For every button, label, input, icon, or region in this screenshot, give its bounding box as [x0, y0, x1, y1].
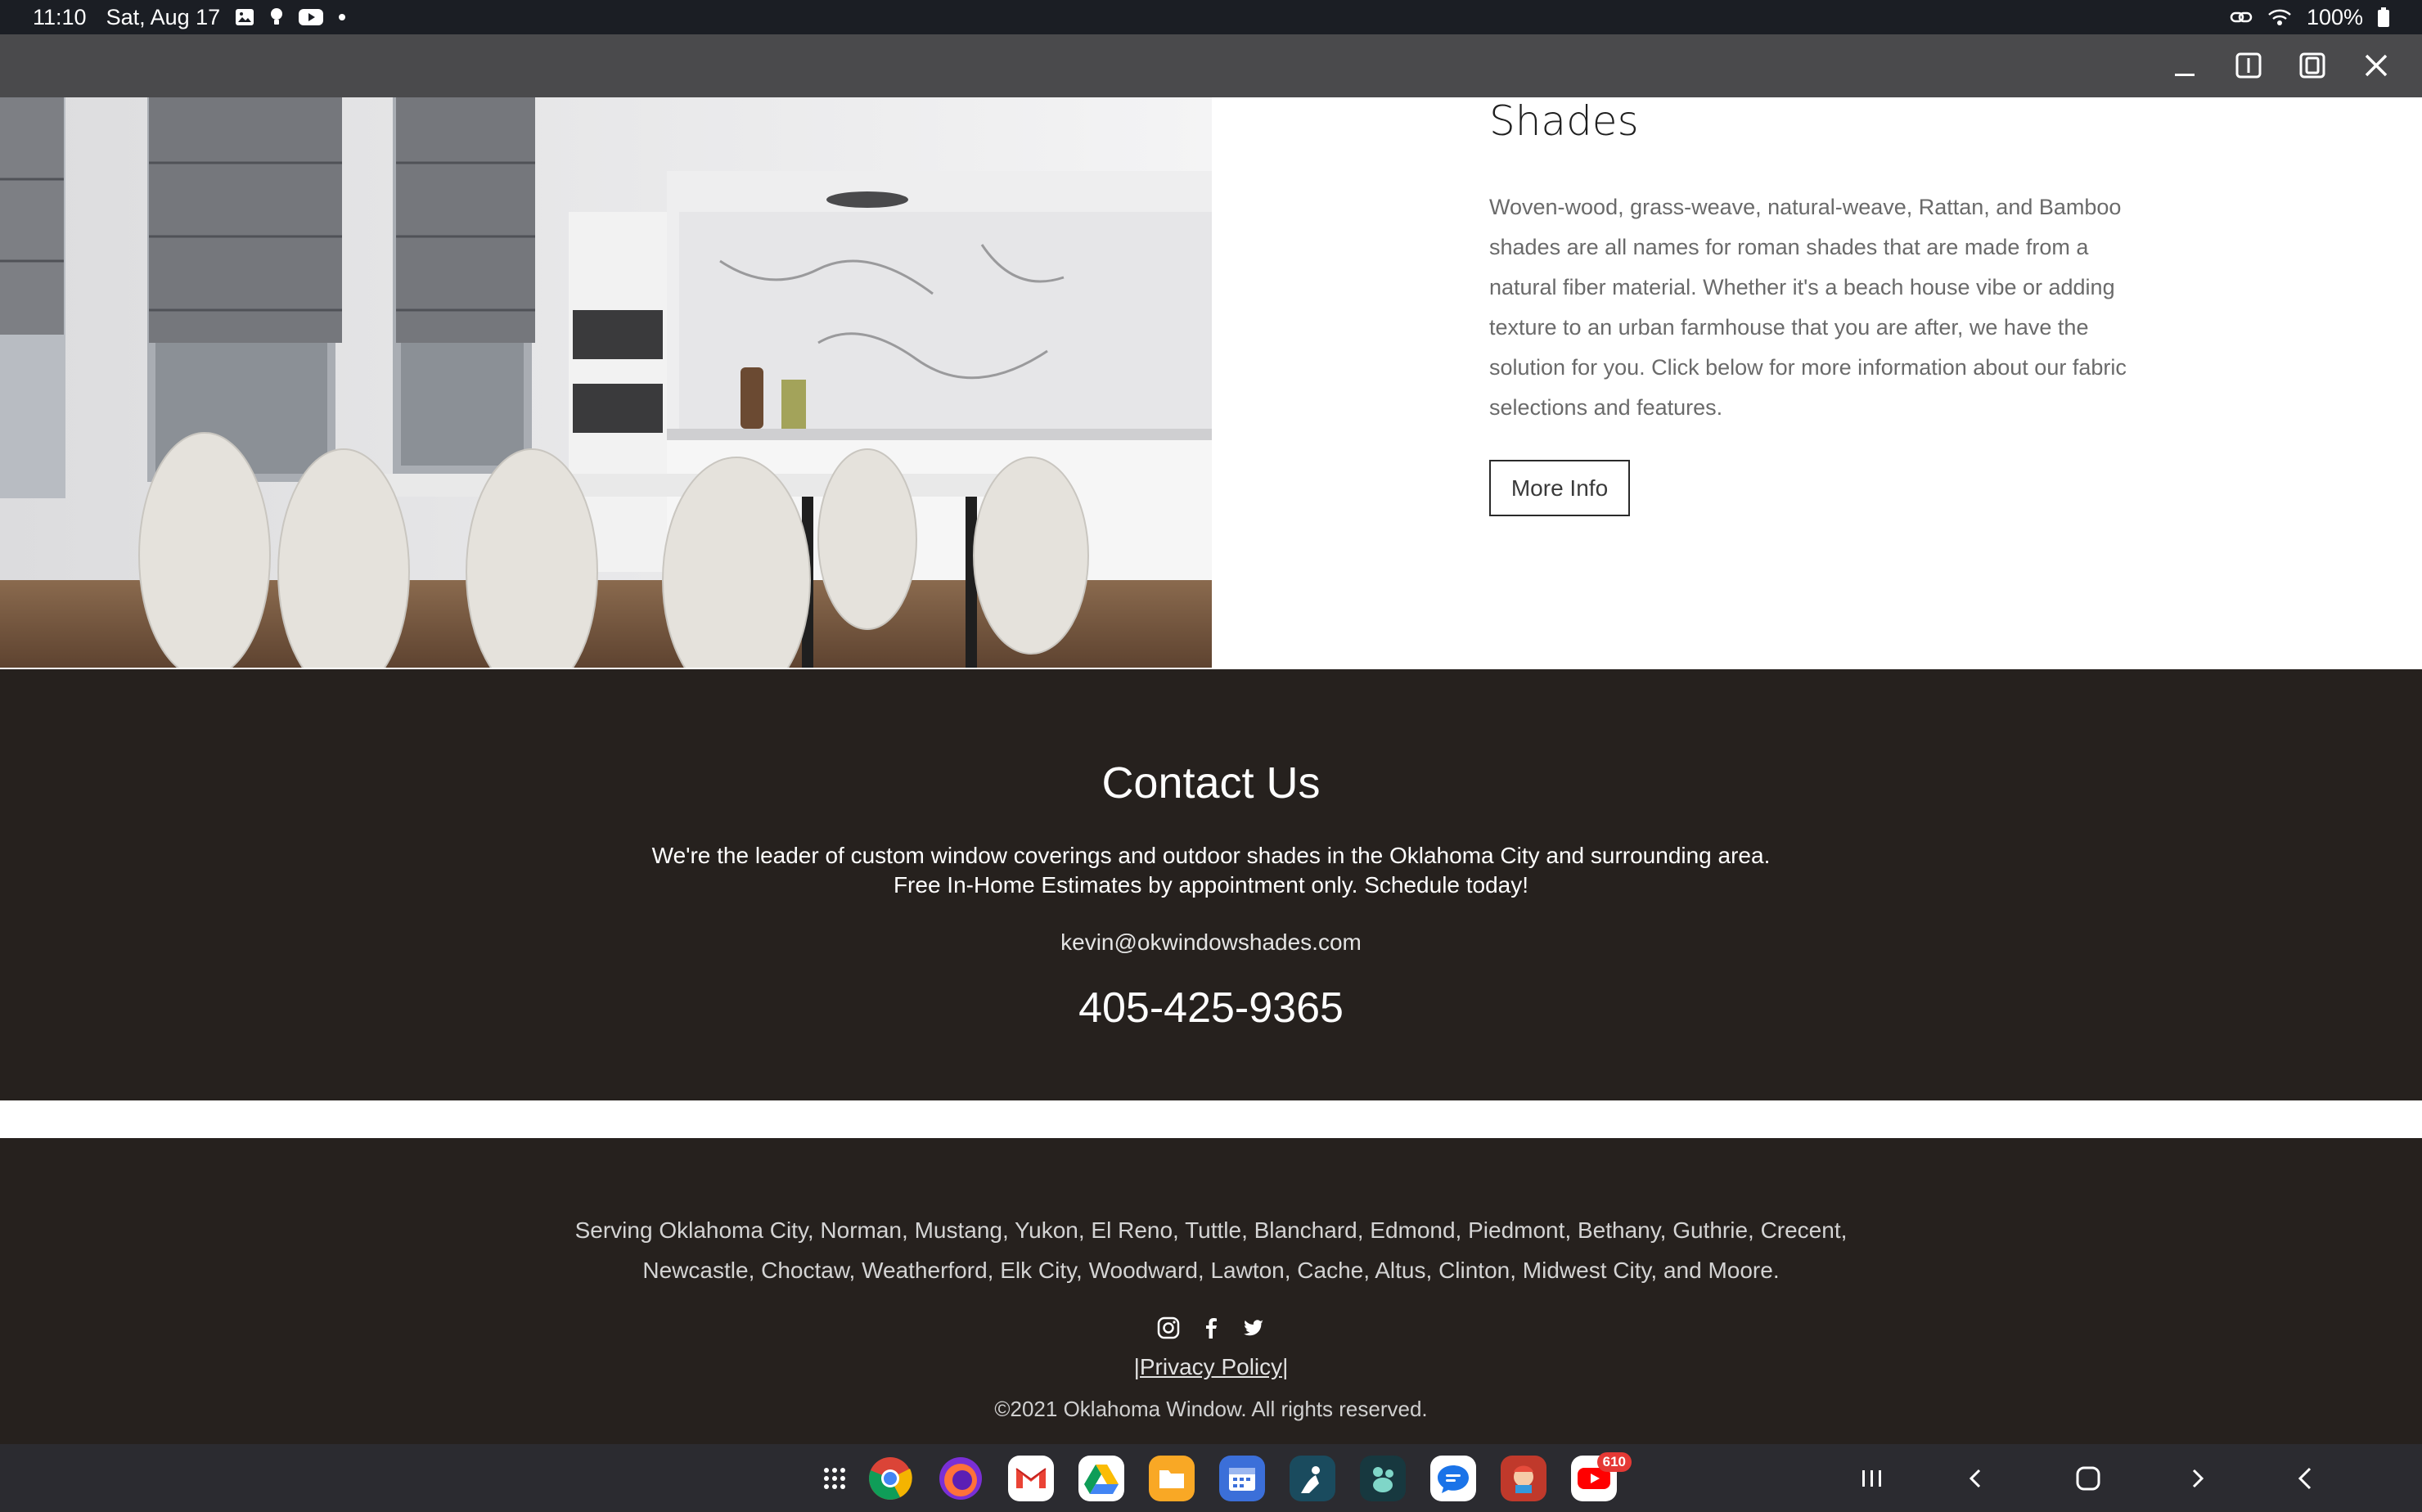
service-area-line-2: Newcastle, Choctaw, Weatherford, Elk Cit…: [642, 1258, 1780, 1283]
home-icon[interactable]: [2072, 1460, 2105, 1496]
tips-icon: [269, 7, 284, 27]
twitter-icon[interactable]: [1242, 1316, 1265, 1339]
contact-phone[interactable]: 405-425-9365: [0, 983, 2422, 1033]
shades-kitchen-image: [0, 97, 1212, 668]
facebook-icon[interactable]: [1200, 1316, 1222, 1339]
youtube-notification-badge: 610: [1596, 1452, 1632, 1472]
collapse-taskbar-icon[interactable]: [2289, 1460, 2321, 1496]
game-app-icon[interactable]: [1501, 1456, 1546, 1501]
contact-heading: Contact Us: [1101, 758, 1321, 808]
contact-tagline: We're the leader of custom window coveri…: [651, 843, 1771, 868]
calendar-icon[interactable]: [1219, 1456, 1265, 1501]
status-left: 11:10 Sat, Aug 17: [33, 5, 346, 30]
status-time: 11:10: [33, 4, 87, 29]
status-bar: 11:10 Sat, Aug 17 100%: [0, 0, 2422, 34]
taskbar: 610: [0, 1444, 2422, 1512]
minimize-icon[interactable]: [2168, 49, 2201, 82]
more-info-button[interactable]: More Info: [1489, 460, 1630, 516]
status-right: 100%: [2230, 5, 2389, 30]
service-area-text: Serving Oklahoma City, Norman, Mustang, …: [0, 1210, 2422, 1290]
youtube-icon: [299, 8, 324, 26]
contact-estimate-line: Free In-Home Estimates by appointment on…: [893, 872, 1529, 898]
social-links: [0, 1316, 2422, 1339]
gallery-icon: [235, 8, 254, 26]
dot-icon: [338, 13, 346, 21]
link-icon: [2230, 9, 2253, 25]
status-date: Sat, Aug 17: [106, 4, 221, 29]
service-area-line-1: Serving Oklahoma City, Norman, Mustang, …: [574, 1217, 1848, 1243]
back-icon[interactable]: [1960, 1460, 1992, 1496]
wifi-icon: [2267, 7, 2292, 27]
battery-icon: [2378, 7, 2389, 27]
forward-icon[interactable]: [2181, 1460, 2213, 1496]
footer: Serving Oklahoma City, Norman, Mustang, …: [0, 1138, 2422, 1444]
google-drive-icon[interactable]: [1078, 1456, 1124, 1501]
contact-section: Contact Us We're the leader of custom wi…: [0, 669, 2422, 1100]
shades-description: Woven-wood, grass-weave, natural-weave, …: [1489, 195, 2127, 420]
contact-email-link[interactable]: kevin@okwindowshades.com: [0, 929, 2422, 956]
battery-percent: 100%: [2306, 4, 2363, 29]
firefox-icon[interactable]: [938, 1456, 984, 1501]
shades-heading: Shades: [1489, 97, 1639, 145]
youtube-app-icon[interactable]: 610: [1571, 1452, 1632, 1501]
chrome-icon[interactable]: [867, 1456, 913, 1501]
instagram-icon[interactable]: [1157, 1316, 1180, 1339]
kindle-icon[interactable]: [1290, 1456, 1335, 1501]
section-divider: [0, 1100, 2422, 1138]
recents-icon[interactable]: [1856, 1460, 1889, 1496]
apps-grid-icon[interactable]: [812, 1456, 858, 1501]
my-files-icon[interactable]: [1149, 1456, 1195, 1501]
messages-icon[interactable]: [1430, 1456, 1476, 1501]
close-icon[interactable]: [2360, 49, 2393, 82]
popup-view-icon[interactable]: [2296, 49, 2329, 82]
gmail-icon[interactable]: [1008, 1456, 1054, 1501]
copyright-text: ©2021 Oklahoma Window. All rights reserv…: [994, 1397, 1428, 1421]
social-app-icon[interactable]: [1360, 1456, 1406, 1501]
window-caption-bar: [0, 34, 2422, 97]
split-view-icon[interactable]: [2232, 49, 2265, 82]
privacy-policy-link[interactable]: |Privacy Policy|: [0, 1354, 2422, 1380]
